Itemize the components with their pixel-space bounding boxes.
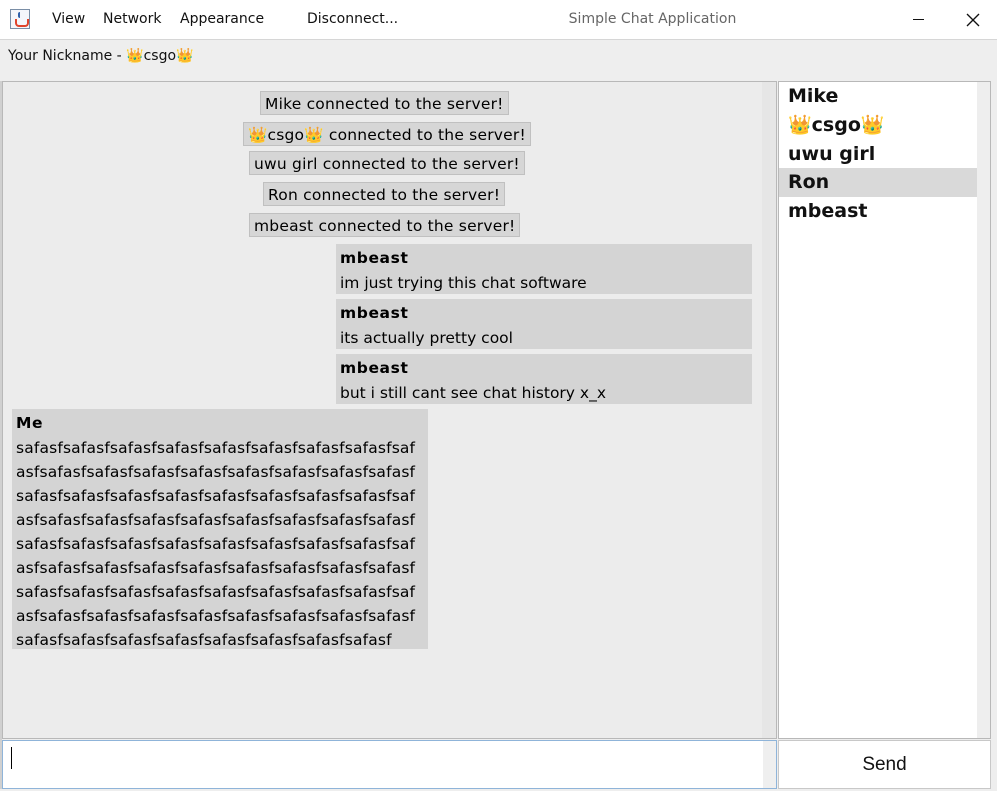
menu-disconnect[interactable]: Disconnect... [307,0,398,39]
message-author: mbeast [340,249,409,267]
system-message: mbeast connected to the server! [249,213,521,237]
menu-appearance[interactable]: Appearance [180,0,264,39]
nickname-label: Your Nickname - 👑csgo👑 [8,48,194,64]
chat-message: mbeast but i still cant see chat history… [336,354,752,404]
user-list[interactable]: Mike 👑csgo👑 uwu girl Ron mbeast [778,81,991,739]
message-line: safasfsafasfsafasfsafasfsafasfsafasfsafa… [16,487,416,505]
system-message: Ron connected to the server! [263,182,506,206]
minimize-button[interactable] [895,0,941,39]
message-text: its actually pretty cool [340,329,513,347]
user-list-item-selected[interactable]: Ron [779,168,977,197]
message-text: but i still cant see chat history x_x [340,384,607,402]
menu-network[interactable]: Network [103,0,161,39]
chat-scrollbar[interactable] [762,82,776,738]
message-line: safasfsafasfsafasfsafasfsafasfsafasfsafa… [16,535,416,553]
message-line: safasfsafasfsafasfsafasfsafasfsafasfsafa… [16,439,416,457]
title-bar: View Network Appearance Disconnect... Si… [0,0,997,40]
user-list-item[interactable]: Mike [779,82,977,111]
system-message: 👑csgo👑 connected to the server! [243,122,531,146]
message-line: asfsafasfsafasfsafasfsafasfsafasfsafasfs… [16,511,416,529]
menu-view[interactable]: View [52,0,85,39]
user-list-item[interactable]: 👑csgo👑 [779,111,977,140]
system-message: Mike connected to the server! [260,91,509,115]
minimize-icon [912,19,924,20]
message-line: asfsafasfsafasfsafasfsafasfsafasfsafasfs… [16,463,416,481]
window-title: Simple Chat Application [568,11,737,27]
send-button[interactable]: Send [778,740,991,789]
message-line: safasfsafasfsafasfsafasfsafasfsafasfsafa… [16,583,416,601]
chat-history[interactable]: Mike connected to the server! 👑csgo👑 con… [2,81,777,739]
user-list-item[interactable]: uwu girl [779,140,977,169]
close-button[interactable] [950,0,996,39]
java-cup-icon[interactable] [10,9,30,29]
chat-message: mbeast its actually pretty cool [336,299,752,349]
message-input[interactable] [2,740,777,789]
message-author: mbeast [340,359,409,377]
user-list-item[interactable]: mbeast [779,197,977,226]
message-line: safasfsafasfsafasfsafasfsafasfsafasfsafa… [16,631,392,649]
message-line: asfsafasfsafasfsafasfsafasfsafasfsafasfs… [16,607,416,625]
input-scrollbar[interactable] [763,741,776,788]
message-author: mbeast [340,304,409,322]
own-chat-message: Me safasfsafasfsafasfsafasfsafasfsafasfs… [12,409,428,649]
message-line: asfsafasfsafasfsafasfsafasfsafasfsafasfs… [16,559,416,577]
system-message: uwu girl connected to the server! [249,151,525,175]
chat-message: mbeast im just trying this chat software [336,244,752,294]
user-list-scrollbar[interactable] [977,82,990,738]
text-caret [11,747,12,769]
message-author: Me [16,414,44,432]
close-icon [966,13,980,26]
message-text: im just trying this chat software [340,274,587,292]
